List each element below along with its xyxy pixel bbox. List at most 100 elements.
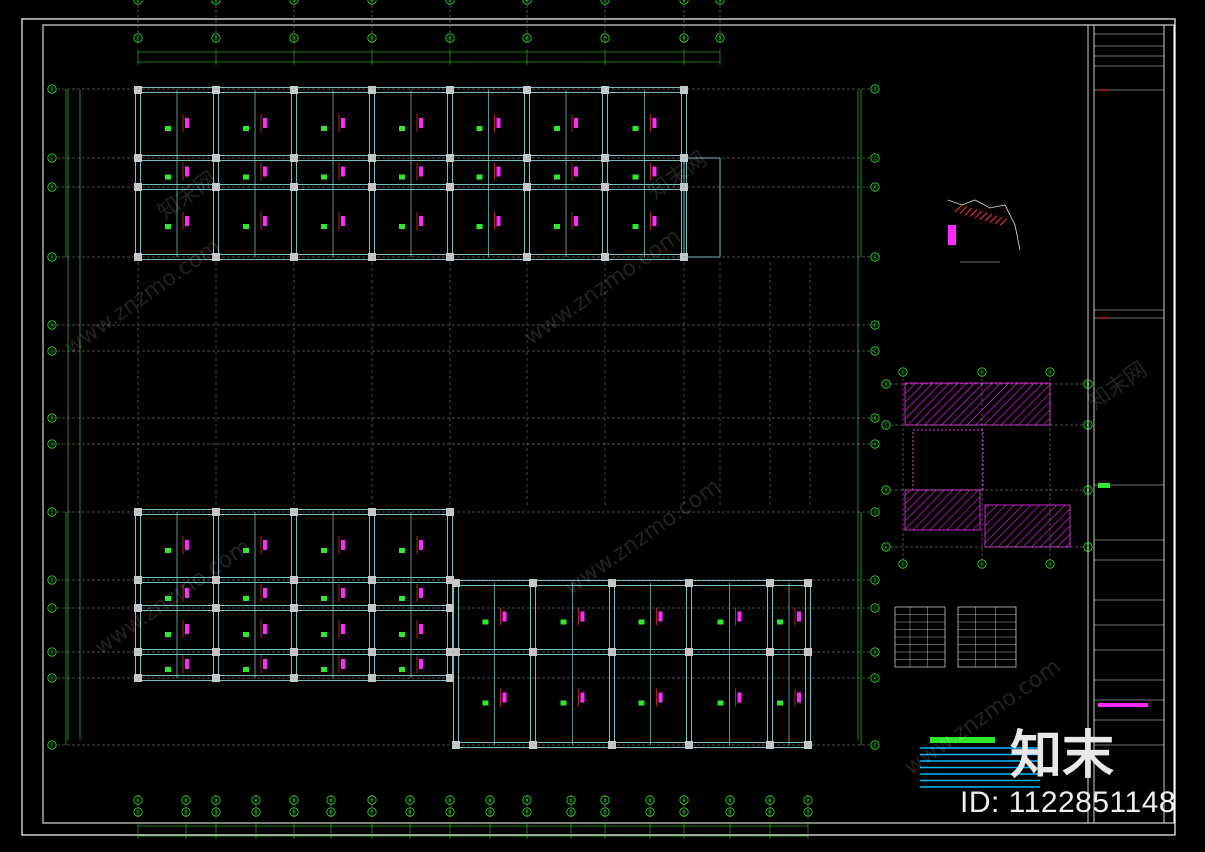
top-slab-tag (652, 166, 657, 177)
top-slab-tag (419, 118, 423, 128)
bot-col-bubble-label: ③ (648, 810, 652, 816)
top-rebar-tag (321, 126, 327, 131)
top-slab-tag (652, 216, 657, 226)
top-slab-tag (574, 166, 578, 177)
top-slab-tag (185, 118, 189, 128)
mid-row-bubble-label: Ⓒ (49, 348, 54, 355)
bot-col-bubble-label: ⑥ (329, 810, 334, 816)
top-row-bubble-label: Ⓒ (872, 155, 877, 162)
small-row-bubble-label: Ⓑ (883, 487, 888, 494)
top-slab-tag (496, 216, 501, 226)
top-col-bubble-label: ⑨ (718, 36, 722, 42)
bot-col-bubble-label: ② (184, 810, 189, 816)
title-block-tag (1098, 703, 1148, 707)
bot-col-bubble-label: ⑤ (292, 810, 296, 816)
bot-left-slab-tag (185, 540, 189, 550)
small-col-bubble-label: ② (980, 562, 985, 568)
bot-col-bubble-label: ⑩ (488, 810, 493, 816)
top-col-bubble-label: ⑧ (682, 36, 687, 42)
bot-right-rebar-tag (638, 700, 645, 706)
bot-right-rebar-tag (560, 700, 567, 706)
top-column (601, 86, 609, 94)
top-column (134, 86, 142, 94)
bot-left-slab-tag (185, 588, 189, 598)
top-col-bubble-label: ① (136, 0, 141, 4)
bot-left-slab-tag (263, 624, 267, 634)
bot-right-rebar-tag (717, 619, 724, 625)
bot-row-bubble-label: Ⓒ (872, 605, 877, 612)
top-rebar-tag (476, 224, 483, 229)
bot-col-bubble-label: ⑤ (292, 798, 296, 804)
hatched-slab (904, 382, 1051, 426)
mid-row-bubble-label: Ⓓ (49, 322, 54, 329)
hatched-slab (984, 504, 1071, 548)
bot-left-slab-tag (341, 659, 345, 669)
top-row-bubble-label: Ⓓ (872, 86, 877, 93)
bot-col-bubble-label: ⑧ (408, 798, 413, 804)
cad-drawing-viewport[interactable]: ① ① ② ② ③ ③ ④ ④ ⑤ ⑤ ⑥ ⑥ ⑦ ⑦ ⑧ ⑧ ⑨ ⑨ Ⓓ Ⓓ Ⓒ Ⓒ Ⓑ Ⓑ Ⓐ Ⓐ Ⓓ Ⓓ Ⓒ Ⓒ Ⓑ Ⓑ Ⓐ Ⓐ ① ① ② ② ③ ③… (0, 0, 1205, 848)
top-slab-tag (496, 118, 501, 128)
bot-left-rebar-tag (399, 667, 405, 672)
top-col-bubble-label: ⑥ (525, 0, 530, 4)
bot-right-rebar-tag (482, 700, 489, 706)
top-rebar-tag (399, 126, 405, 131)
top-col-bubble-label: ③ (292, 0, 296, 4)
bot-col-bubble-label: ④ (254, 798, 259, 804)
bot-left-slab-tag (419, 659, 423, 669)
top-row-bubble-label: Ⓑ (49, 184, 54, 191)
bot-right-slab-tag (658, 611, 663, 622)
top-slab-tag (419, 166, 423, 177)
top-slab-tag (263, 166, 267, 177)
top-slab-tag (574, 216, 578, 226)
mid-row-bubble-label: Ⓒ (872, 348, 877, 355)
bot-col-bubble-label: ① (569, 810, 574, 816)
top-row-bubble-label: Ⓑ (872, 184, 877, 191)
hatched-slab (904, 489, 981, 531)
small-row-bubble-label: Ⓒ (883, 422, 888, 429)
bot-left-rebar-tag (399, 632, 405, 637)
bot-left-slab-tag (419, 540, 423, 550)
top-slab-tag (652, 118, 657, 128)
top-slab-tag (263, 216, 267, 226)
top-column (212, 86, 220, 94)
bot-left-slab-tag (263, 659, 267, 669)
bot-col-bubble-label: ② (603, 798, 608, 804)
bot-left-slab-tag (185, 624, 189, 634)
bot-col-bubble-label: ⑩ (488, 798, 493, 804)
top-rebar-tag (399, 224, 405, 229)
bot-row-bubble-label: Ⓑ (49, 649, 54, 656)
bot-left-rebar-tag (243, 596, 249, 601)
bot-col-bubble-label: ③ (214, 798, 218, 804)
top-col-bubble-label: ⑥ (525, 36, 530, 42)
top-rebar-tag (632, 224, 639, 229)
bot-right-rebar-tag (638, 619, 645, 625)
top-col-bubble-label: ⑦ (603, 0, 608, 4)
top-slab-tag (419, 216, 423, 226)
top-col-bubble-label: ③ (292, 36, 296, 42)
top-rebar-tag (632, 174, 639, 180)
top-column (290, 86, 298, 94)
top-slab-tag (185, 166, 189, 177)
bot-left-slab-tag (419, 588, 423, 598)
top-slab-tag (341, 166, 345, 177)
bot-col-bubble-label: ④ (254, 810, 259, 816)
top-rebar-tag (165, 126, 171, 131)
bot-col-bubble-label: ④ (682, 810, 687, 816)
brand-logo: 知末 (1010, 726, 1115, 786)
bot-col-bubble-label: ⑦ (806, 798, 811, 804)
bot-col-bubble-label: ⑨ (448, 810, 452, 816)
top-rebar-tag (476, 126, 483, 131)
bot-left-slab-tag (263, 588, 267, 598)
bot-col-bubble-label: ③ (648, 798, 652, 804)
bot-left-rebar-tag (321, 548, 327, 553)
top-col-bubble-label: ⑧ (682, 0, 687, 4)
bot-col-bubble-label: ⑦ (370, 810, 375, 816)
title-block-tag (1098, 483, 1110, 488)
bot-left-rebar-tag (165, 632, 171, 637)
bot-col-bubble-label: ① (136, 810, 141, 816)
top-rebar-tag (165, 224, 171, 229)
top-row-bubble-label: Ⓐ (872, 254, 877, 261)
top-slab-tag (574, 118, 578, 128)
top-column (523, 86, 531, 94)
top-row-bubble-label: Ⓒ (49, 155, 54, 162)
